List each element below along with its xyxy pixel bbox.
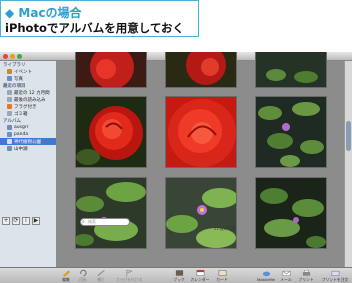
photo-thumbnail[interactable]: [255, 177, 327, 249]
search-icon: ⌕: [82, 219, 85, 225]
sidebar: ライブラリ イベント 写真 最近の項目 最近の 12 カ月間 最後の読み込み フ…: [0, 61, 57, 267]
sidebar-item-label: ゴミ箱: [14, 111, 28, 117]
photo-thumbnail[interactable]: [165, 52, 237, 88]
album-icon: [7, 125, 12, 130]
iphoto-window: iPhoto ライブラリ イベント 写真 最近の項目 最近の 12 カ月間 最後…: [0, 52, 352, 283]
sidebar-item-flagged[interactable]: フラグ付き: [0, 103, 56, 110]
bottom-toolbar: 編集 回転 補正 フラグを付ける ブック カレンダー カード MobileMe …: [0, 267, 352, 283]
caption-box: ◆ Macの場合 iPhotoでアルバムを用意しておく: [0, 0, 199, 37]
album-icon: [7, 139, 12, 144]
sidebar-item-label: 最後の読み込み: [14, 97, 46, 103]
rotate-label: 回転: [79, 277, 87, 282]
flag-button[interactable]: フラグを付ける: [116, 269, 142, 282]
sidebar-item-label: イベント: [14, 69, 32, 75]
sidebar-item-label: panda: [14, 132, 29, 137]
photo-count: 22 枚の写真: [214, 226, 236, 231]
events-icon: [7, 69, 12, 74]
sidebar-item-album-ausgrr[interactable]: ausgrr: [0, 124, 56, 131]
sidebar-item-label: ausgrr: [14, 125, 29, 130]
sidebar-item-events[interactable]: イベント: [0, 68, 56, 75]
photo-thumbnail[interactable]: [75, 177, 147, 249]
search-field[interactable]: ⌕ 検索: [80, 218, 130, 226]
import-icon: [7, 97, 12, 102]
photo-thumbnail[interactable]: [255, 52, 327, 88]
flag-label: フラグを付ける: [115, 277, 143, 282]
edit-label: 編集: [62, 277, 70, 282]
sidebar-controls: + ⟳ i ▶: [2, 217, 40, 225]
add-button[interactable]: +: [2, 217, 10, 225]
print-label: プリント: [298, 277, 314, 282]
red-rose-photo: [166, 52, 236, 87]
flag-icon: [125, 269, 132, 277]
red-rose-photo: [166, 97, 236, 167]
print-icon: [302, 270, 310, 276]
sidebar-item-label: 最近の 12 カ月間: [14, 90, 50, 96]
sidebar-item-label: 写真: [14, 76, 23, 82]
pond-photo: [256, 52, 326, 87]
sidebar-item-album-jindai[interactable]: 神代植物公園: [0, 138, 56, 145]
album-icon: [7, 146, 12, 151]
photo-thumbnail[interactable]: [165, 177, 237, 249]
sidebar-item-label: フラグ付き: [14, 104, 37, 110]
slideshow-button[interactable]: ▶: [32, 217, 40, 225]
lily-pond-photo: [76, 178, 146, 248]
card-button[interactable]: カード: [209, 269, 235, 282]
vertical-scrollbar[interactable]: [344, 61, 352, 267]
book-icon: [175, 270, 183, 276]
calendar-icon: [7, 90, 12, 95]
calendar-icon: [196, 270, 204, 276]
photo-thumbnail[interactable]: [75, 96, 147, 168]
photo-thumbnail[interactable]: [165, 96, 237, 168]
mail-icon: [282, 270, 290, 276]
photo-thumbnail[interactable]: [255, 96, 327, 168]
card-icon: [218, 270, 226, 276]
order-prints-button[interactable]: プリントを注文: [322, 269, 348, 282]
caption-heading: ◆ Macの場合: [5, 6, 82, 20]
book-label: ブック: [173, 277, 185, 282]
sidebar-item-photos[interactable]: 写真: [0, 75, 56, 82]
magic-wand-icon: [97, 269, 105, 277]
mobileme-icon: [262, 271, 270, 277]
order-print-icon: [331, 270, 339, 276]
order-prints-label: プリントを注文: [321, 277, 349, 282]
trash-icon: [7, 111, 12, 116]
info-button[interactable]: i: [22, 217, 30, 225]
rotate-icon: [79, 269, 87, 277]
photos-icon: [7, 76, 12, 81]
lily-pond-photo: [256, 178, 326, 248]
sidebar-item-last-12-months[interactable]: 最近の 12 カ月間: [0, 89, 56, 96]
sidebar-item-trash[interactable]: ゴミ箱: [0, 110, 56, 117]
red-rose-photo: [76, 97, 146, 167]
red-rose-photo: [76, 52, 146, 87]
calendar-label: カレンダー: [190, 277, 210, 282]
sidebar-item-label: 神代植物公園: [14, 139, 41, 145]
photo-thumbnail[interactable]: [75, 52, 147, 88]
sidebar-item-album-panda[interactable]: panda: [0, 131, 56, 138]
lily-pond-photo: [256, 97, 326, 167]
scrollbar-thumb[interactable]: [346, 121, 351, 151]
photo-grid: [58, 52, 344, 267]
enhance-button[interactable]: 補正: [88, 269, 114, 282]
print-button[interactable]: プリント: [293, 269, 319, 282]
album-icon: [7, 132, 12, 137]
flag-icon: [7, 104, 12, 109]
mail-label: メール: [280, 277, 292, 282]
caption-subheading: iPhotoでアルバムを用意しておく: [5, 21, 185, 35]
card-label: カード: [216, 277, 228, 282]
search-placeholder: 検索: [88, 219, 96, 224]
sidebar-item-label: 山中湖: [14, 146, 28, 152]
enhance-label: 補正: [97, 277, 105, 282]
sidebar-item-last-import[interactable]: 最後の読み込み: [0, 96, 56, 103]
lily-pond-photo: [166, 178, 236, 248]
sidebar-item-album-yamanakako[interactable]: 山中湖: [0, 145, 56, 152]
action-button[interactable]: ⟳: [12, 217, 20, 225]
